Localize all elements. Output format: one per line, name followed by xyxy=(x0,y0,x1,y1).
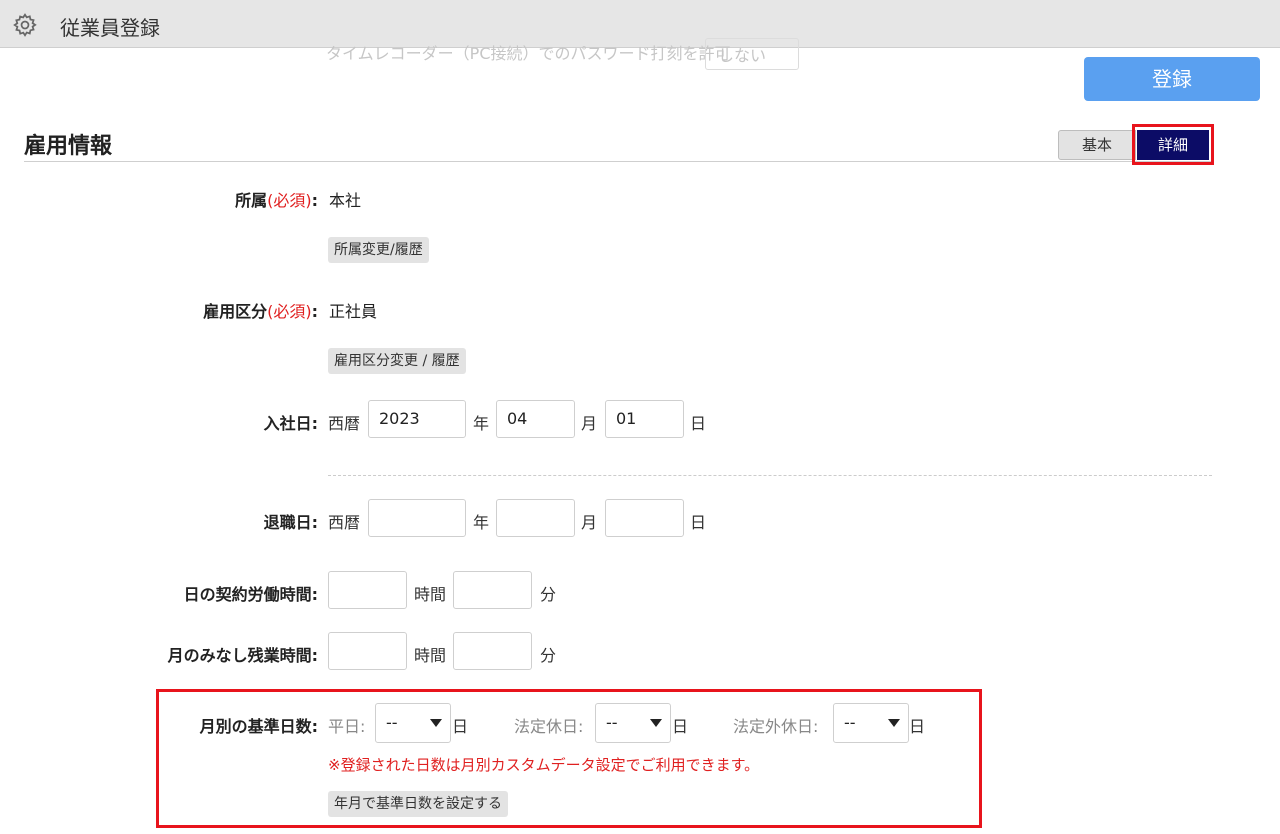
gear-icon[interactable] xyxy=(12,12,38,38)
affiliation-history-button[interactable]: 所属変更/履歴 xyxy=(328,237,429,263)
affiliation-label: 所属(必須): xyxy=(235,191,318,210)
section-title: 雇用情報 xyxy=(24,134,113,159)
daily-hours-unit: 時間 xyxy=(414,585,447,604)
overtime-hours-input[interactable] xyxy=(328,632,407,670)
section-divider xyxy=(24,161,1212,162)
hire-era-label: 西暦 xyxy=(328,414,361,433)
retire-year-input[interactable] xyxy=(368,499,466,537)
daily-minutes-unit: 分 xyxy=(540,585,557,604)
overtime-minutes-input[interactable] xyxy=(453,632,532,670)
affiliation-value: 本社 xyxy=(329,191,362,210)
tab-basic[interactable]: 基本 xyxy=(1058,130,1136,160)
retire-month-unit: 月 xyxy=(581,513,598,532)
employment-type-value: 正社員 xyxy=(329,302,378,321)
daily-minutes-input[interactable] xyxy=(453,571,532,609)
required-mark: (必須) xyxy=(267,191,312,210)
highlight-box-detail-tab xyxy=(1132,124,1214,165)
employment-type-history-button[interactable]: 雇用区分変更 / 履歴 xyxy=(328,348,466,374)
hire-day-unit: 日 xyxy=(690,414,707,433)
retire-date-label: 退職日: xyxy=(263,513,318,532)
retire-era-label: 西暦 xyxy=(328,513,361,532)
daily-hours-label: 日の契約労働時間: xyxy=(183,585,318,604)
hire-date-label: 入社日: xyxy=(263,414,318,433)
overtime-hours-unit: 時間 xyxy=(414,646,447,665)
pc-password-stamp-select[interactable]: しない xyxy=(705,38,799,70)
overtime-label: 月のみなし残業時間: xyxy=(167,646,318,665)
retire-year-unit: 年 xyxy=(473,513,490,532)
retire-day-unit: 日 xyxy=(690,513,707,532)
hire-year-input[interactable]: 2023 xyxy=(368,400,466,438)
daily-hours-input[interactable] xyxy=(328,571,407,609)
retire-month-input[interactable] xyxy=(496,499,575,537)
pc-password-stamp-label: タイムレコーダー（PC接続）でのパスワード打刻を許可 xyxy=(326,44,731,63)
hire-year-unit: 年 xyxy=(473,414,490,433)
overtime-minutes-unit: 分 xyxy=(540,646,557,665)
page-title: 従業員登録 xyxy=(60,16,160,40)
register-button[interactable]: 登録 xyxy=(1084,57,1260,101)
highlight-box-monthly-days xyxy=(156,689,982,828)
hire-day-input[interactable]: 01 xyxy=(605,400,684,438)
retire-day-input[interactable] xyxy=(605,499,684,537)
employment-type-label: 雇用区分(必須): xyxy=(203,302,318,321)
dashed-divider xyxy=(328,475,1212,476)
hire-month-unit: 月 xyxy=(581,414,598,433)
hire-month-input[interactable]: 04 xyxy=(496,400,575,438)
required-mark: (必須) xyxy=(267,302,312,321)
